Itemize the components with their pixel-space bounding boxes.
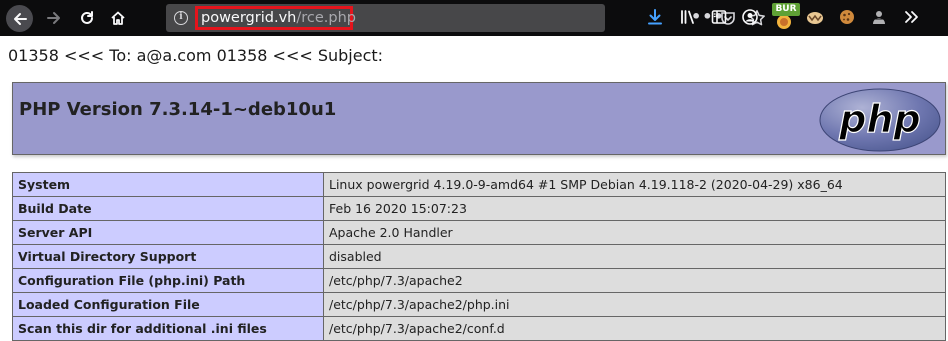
sidebar-icon xyxy=(711,10,727,24)
overflow-menu-icon xyxy=(905,11,918,23)
url-host: powergrid.vh xyxy=(201,10,297,26)
burp-badge: BUR xyxy=(772,3,800,16)
download-button[interactable] xyxy=(644,6,666,28)
table-row: Loaded Configuration File /etc/php/7.3/a… xyxy=(12,292,946,317)
row-key: Server API xyxy=(12,220,324,245)
account-button[interactable] xyxy=(739,6,761,28)
page-title: PHP Version 7.3.14-1~deb10u1 xyxy=(19,99,337,120)
row-value: disabled xyxy=(323,244,946,269)
table-row: Server API Apache 2.0 Handler xyxy=(12,220,946,245)
reload-icon xyxy=(81,11,93,24)
home-icon xyxy=(111,11,125,25)
row-value: Linux powergrid 4.19.0-9-amd64 #1 SMP De… xyxy=(323,172,946,197)
info-icon[interactable]: i xyxy=(174,11,188,25)
download-icon xyxy=(648,9,662,25)
cookie-icon xyxy=(840,10,854,24)
row-key: Loaded Configuration File xyxy=(12,292,324,317)
url-text[interactable]: powergrid.vh/rce.php xyxy=(201,9,356,27)
row-key: System xyxy=(12,172,324,197)
cookie-button[interactable] xyxy=(836,6,858,28)
cookie-editor-button[interactable] xyxy=(804,6,826,28)
php-info-table: System Linux powergrid 4.19.0-9-amd64 #1… xyxy=(12,172,946,341)
row-value: /etc/php/7.3/apache2/conf.d xyxy=(323,316,946,341)
row-key: Scan this dir for additional .ini files xyxy=(12,316,324,341)
php-logo[interactable]: php xyxy=(818,87,942,153)
sidebar-button[interactable] xyxy=(708,6,730,28)
incognito-button[interactable] xyxy=(868,6,890,28)
table-row: Configuration File (php.ini) Path /etc/p… xyxy=(12,268,946,293)
table-row: Build Date Feb 16 2020 15:07:23 xyxy=(12,196,946,221)
forward-icon xyxy=(47,12,60,24)
table-row: Scan this dir for additional .ini files … xyxy=(12,316,946,341)
back-icon xyxy=(13,12,27,25)
browser-toolbar: i powergrid.vh/rce.php ••• BUR xyxy=(0,0,948,36)
forward-button[interactable] xyxy=(41,5,67,31)
url-path: /rce.php xyxy=(296,10,356,26)
mail-output-line: 01358 <<< To: a@a.com 01358 <<< Subject: xyxy=(8,46,384,65)
back-button[interactable] xyxy=(6,5,33,32)
library-button[interactable] xyxy=(677,6,699,28)
account-icon xyxy=(742,9,758,25)
overflow-menu-button[interactable] xyxy=(900,6,922,28)
row-value: Apache 2.0 Handler xyxy=(323,220,946,245)
row-value: /etc/php/7.3/apache2 xyxy=(323,268,946,293)
url-bar[interactable]: i powergrid.vh/rce.php ••• xyxy=(166,4,765,32)
library-icon xyxy=(681,10,694,24)
reload-button[interactable] xyxy=(74,5,100,31)
cookie-editor-icon xyxy=(807,12,823,24)
table-row: Virtual Directory Support disabled xyxy=(12,244,946,269)
incognito-icon xyxy=(873,11,885,24)
php-version-header: PHP Version 7.3.14-1~deb10u1 php xyxy=(12,82,946,155)
home-button[interactable] xyxy=(105,5,131,31)
row-value: /etc/php/7.3/apache2/php.ini xyxy=(323,292,946,317)
table-row: System Linux powergrid 4.19.0-9-amd64 #1… xyxy=(12,172,946,197)
row-value: Feb 16 2020 15:07:23 xyxy=(323,196,946,221)
php-logo-text: php xyxy=(838,97,920,141)
row-key: Build Date xyxy=(12,196,324,221)
row-key: Configuration File (php.ini) Path xyxy=(12,268,324,293)
row-key: Virtual Directory Support xyxy=(12,244,324,269)
